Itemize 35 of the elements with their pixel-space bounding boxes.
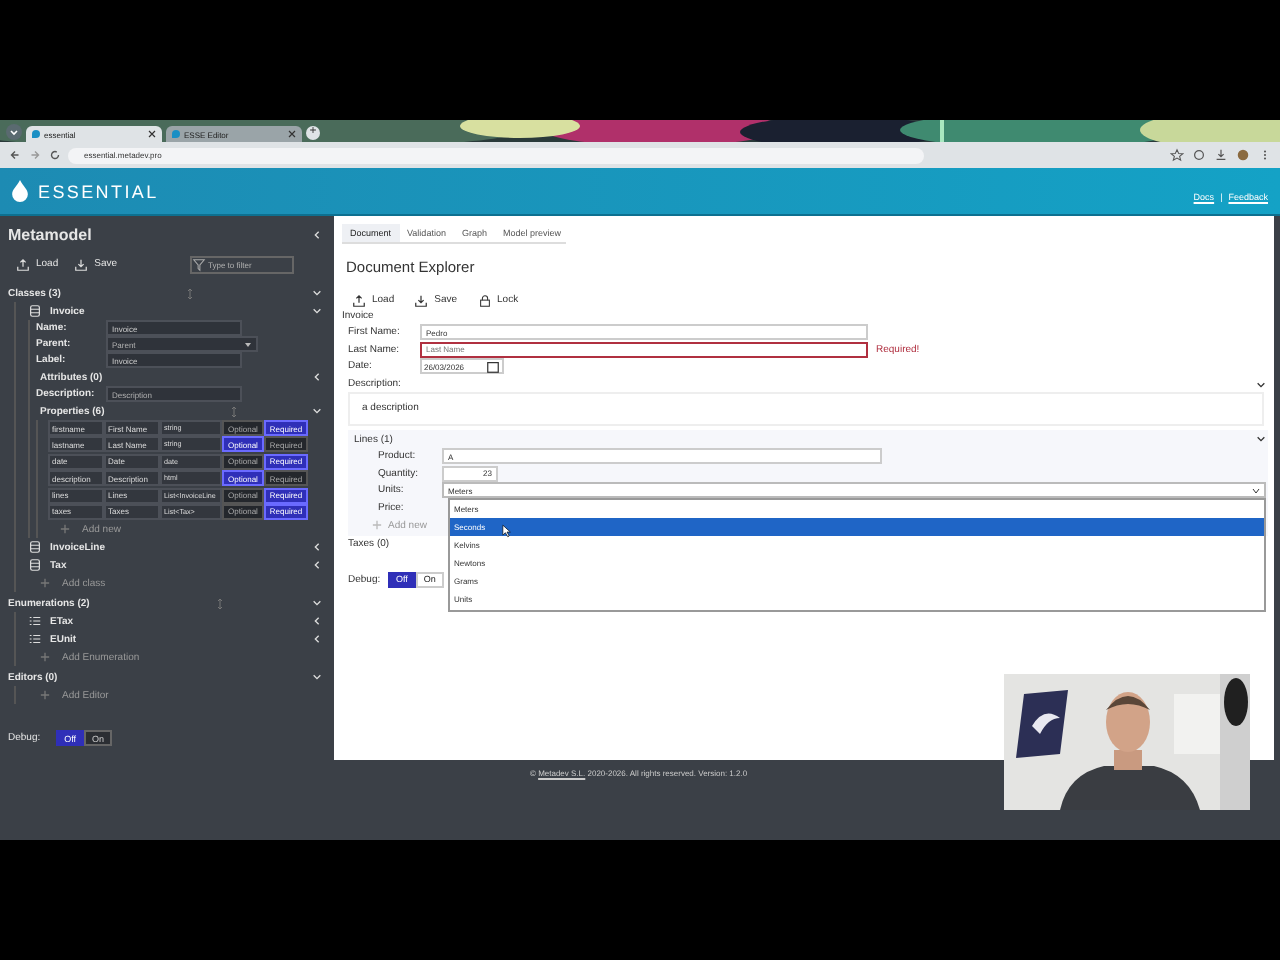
plus-icon [40, 690, 50, 701]
database-icon [28, 558, 42, 573]
download-icon[interactable] [1214, 148, 1228, 162]
caret-icon [244, 341, 252, 347]
reload-icon[interactable] [48, 148, 62, 162]
list-icon [28, 614, 42, 629]
chevron-icon[interactable] [1256, 434, 1266, 445]
database-icon [28, 540, 42, 555]
plus-icon [60, 524, 70, 535]
plus-icon [40, 578, 50, 589]
close-icon[interactable] [148, 130, 156, 138]
lock-icon [477, 293, 492, 307]
plus-icon [40, 652, 50, 663]
avatar-icon[interactable] [1236, 148, 1250, 162]
filter-icon [192, 257, 206, 271]
chevron-icon[interactable] [1256, 379, 1266, 390]
panel-title: Metamodel [8, 226, 92, 244]
brand-name: ESSENTIAL [38, 181, 159, 201]
tab-icon [32, 130, 40, 138]
upload-icon [352, 293, 366, 307]
download-icon [74, 257, 89, 271]
plus-icon [372, 520, 382, 531]
caret-icon [1252, 487, 1260, 494]
back-icon[interactable] [8, 148, 22, 162]
cursor-icon [502, 524, 512, 539]
star-icon[interactable] [1170, 148, 1184, 162]
list-icon [28, 632, 42, 647]
download-icon [414, 293, 429, 307]
menu-icon[interactable] [6, 124, 22, 140]
tab-icon [172, 130, 180, 138]
upload-icon [16, 257, 30, 271]
drop-logo-icon [12, 180, 28, 202]
collapse-icon[interactable] [312, 230, 322, 240]
close-icon[interactable] [288, 130, 296, 138]
database-icon [28, 304, 42, 318]
